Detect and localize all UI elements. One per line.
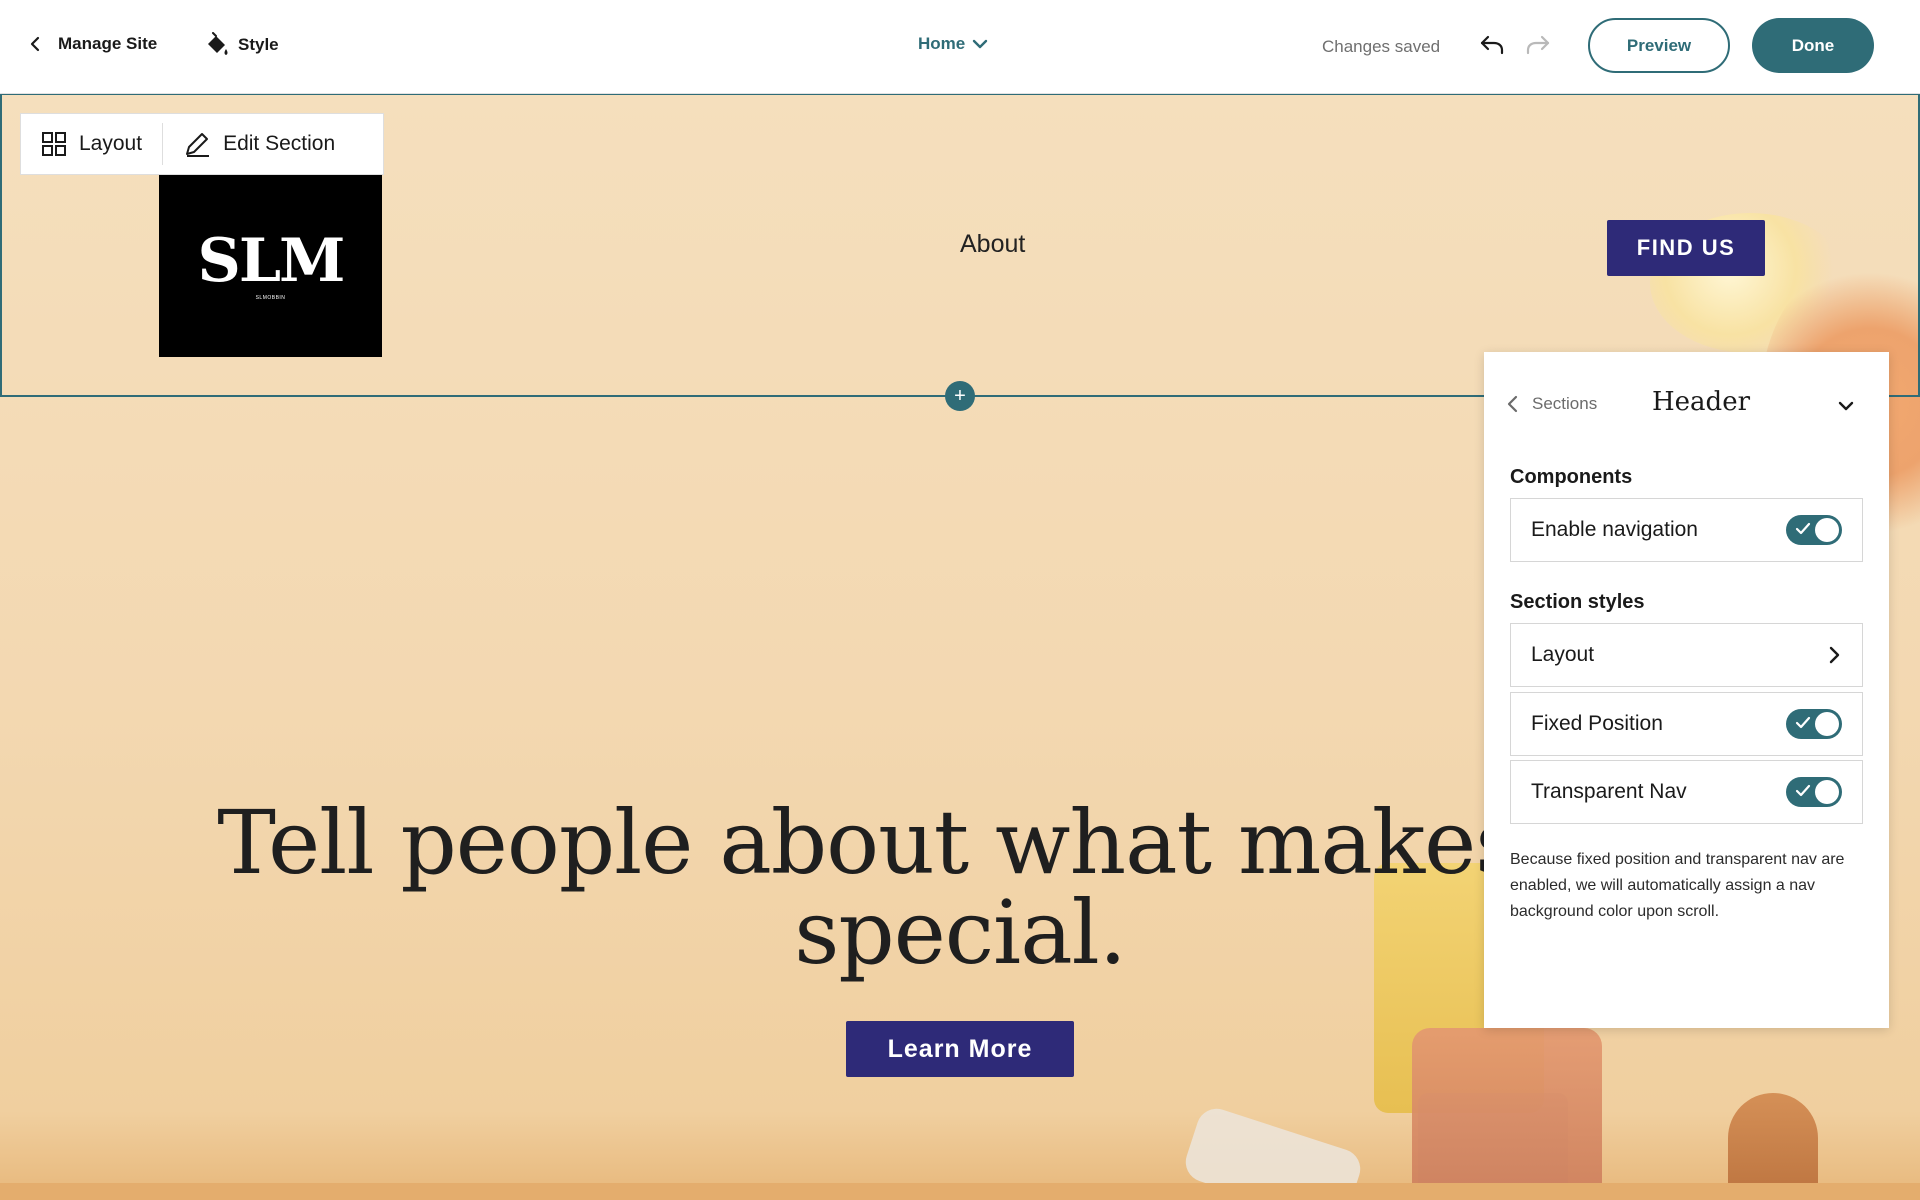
fixed-position-label: Fixed Position	[1531, 712, 1663, 735]
section-styles-heading: Section styles	[1510, 591, 1645, 613]
style-label: Style	[238, 35, 279, 54]
fixed-position-toggle[interactable]	[1786, 709, 1842, 739]
header-settings-panel: Sections Header Components Enable naviga…	[1484, 352, 1889, 1028]
layout-label: Layout	[79, 132, 143, 155]
section-toolbar: Layout Edit Section	[20, 113, 384, 175]
enable-navigation-label: Enable navigation	[1531, 518, 1698, 541]
preview-button[interactable]: Preview	[1588, 18, 1730, 73]
chevron-left-icon	[1507, 395, 1518, 413]
back-label: Sections	[1532, 394, 1598, 413]
check-icon	[1795, 784, 1811, 797]
page-selector-label: Home	[918, 34, 966, 53]
enable-navigation-row[interactable]: Enable navigation	[1510, 498, 1863, 562]
layout-row-label: Layout	[1531, 643, 1595, 666]
check-icon	[1795, 522, 1811, 535]
logo-text: SLM	[197, 226, 346, 296]
transparent-nav-toggle[interactable]	[1786, 777, 1842, 807]
nav-link-about[interactable]: About	[960, 230, 1025, 259]
chevron-right-icon	[1829, 646, 1840, 664]
manage-site-button[interactable]: Manage Site	[28, 34, 157, 54]
save-status: Changes saved	[1322, 37, 1441, 56]
background-surface	[0, 1183, 1920, 1200]
toggle-knob	[1815, 712, 1839, 736]
redo-icon[interactable]	[1524, 31, 1552, 59]
learn-more-button[interactable]: Learn More	[846, 1021, 1074, 1077]
chevron-left-icon	[30, 36, 40, 52]
paint-bucket-icon	[208, 32, 228, 55]
layout-button[interactable]: Layout	[21, 114, 162, 174]
transparent-nav-label: Transparent Nav	[1531, 780, 1687, 803]
components-heading: Components	[1510, 466, 1633, 488]
toggle-knob	[1815, 780, 1839, 804]
transparent-nav-row[interactable]: Transparent Nav	[1510, 760, 1863, 824]
edit-section-label: Edit Section	[223, 132, 336, 155]
style-button[interactable]: Style	[204, 32, 279, 58]
manage-site-label: Manage Site	[58, 34, 158, 53]
back-to-sections-button[interactable]: Sections	[1506, 394, 1597, 414]
toggle-knob	[1815, 518, 1839, 542]
page-selector[interactable]: Home	[918, 34, 989, 54]
layout-row[interactable]: Layout	[1510, 623, 1863, 687]
fixed-position-row[interactable]: Fixed Position	[1510, 692, 1863, 756]
background-product-jar	[1412, 1028, 1602, 1200]
chevron-down-icon[interactable]	[1836, 396, 1856, 416]
edit-section-button[interactable]: Edit Section	[163, 114, 355, 174]
editor-topbar: Manage Site Style Home Changes saved Pre…	[0, 0, 1920, 94]
chevron-down-icon	[973, 39, 988, 49]
panel-title: Header	[1652, 387, 1751, 417]
logo-subtext: SLMOBBIN	[255, 295, 286, 301]
plus-icon: +	[954, 385, 966, 407]
undo-icon[interactable]	[1478, 31, 1506, 59]
enable-navigation-toggle[interactable]	[1786, 515, 1842, 545]
check-icon	[1795, 716, 1811, 729]
pencil-icon	[186, 133, 210, 157]
done-button[interactable]: Done	[1752, 18, 1874, 73]
panel-help-text: Because fixed position and transparent n…	[1510, 851, 1845, 920]
site-logo[interactable]: SLM SLMOBBIN	[159, 175, 382, 357]
grid-icon	[42, 132, 66, 156]
add-section-button[interactable]: +	[945, 381, 975, 411]
find-us-button[interactable]: FIND US	[1607, 220, 1765, 276]
